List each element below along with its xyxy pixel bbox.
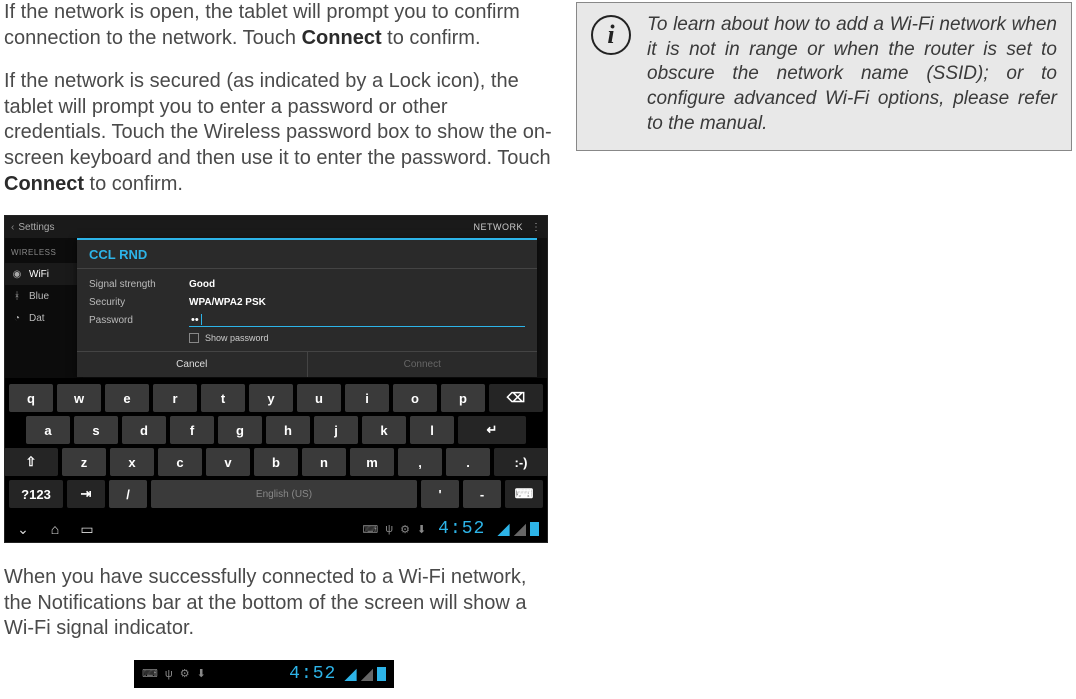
- add-network-label: NETWORK: [474, 222, 524, 232]
- sidebar-item-data: ◔ Dat: [5, 307, 83, 329]
- key-e: e: [105, 384, 149, 412]
- key-↵: ↵: [458, 416, 526, 444]
- key-o: o: [393, 384, 437, 412]
- wifi-icon: ◉: [11, 268, 23, 280]
- debug-status-icon: ⚙: [180, 667, 190, 680]
- key-dark w-wide: ?123: [9, 480, 63, 508]
- paragraph-connected: When you have successfully connected to …: [4, 565, 552, 642]
- key-b: b: [254, 448, 298, 476]
- key-': ': [421, 480, 459, 508]
- cancel-button: Cancel: [77, 352, 307, 377]
- key-l: l: [410, 416, 454, 444]
- bluetooth-icon: ᚼ: [11, 290, 23, 302]
- password-label: Password: [89, 315, 189, 326]
- key-p: p: [441, 384, 485, 412]
- download-status-icon: ⬇: [197, 667, 206, 680]
- wifi-connect-dialog: CCL RND Signal strength Good Security WP…: [77, 238, 537, 377]
- notification-bar-example: ⌨ ψ ⚙ ⬇ 4:52 ◢ ◢: [134, 660, 394, 688]
- key-⌫: ⌫: [489, 384, 543, 412]
- signal-cluster: ◢ ◢: [344, 664, 386, 684]
- settings-label: Settings: [18, 222, 54, 233]
- key-u: u: [297, 384, 341, 412]
- key--: -: [463, 480, 501, 508]
- wifi-signal-icon: ◢: [497, 519, 509, 539]
- wifi-password-screenshot: ‹ Settings NETWORK ⋮ WIRELESS ◉ WiFi ᚼ B…: [4, 215, 548, 543]
- cell-signal-icon: ◢: [361, 664, 373, 684]
- key-x: x: [110, 448, 154, 476]
- info-icon: i: [591, 15, 631, 55]
- key-n: n: [302, 448, 346, 476]
- keyboard-status-icon: ⌨: [142, 667, 158, 680]
- key-dark w-wide: :-): [494, 448, 548, 476]
- key-t: t: [201, 384, 245, 412]
- sidebar-section-label: WIRELESS: [5, 244, 83, 263]
- nav-recent-icon: ▭: [77, 521, 97, 538]
- signal-strength-label: Signal strength: [89, 279, 189, 290]
- show-password-checkbox: Show password: [89, 329, 525, 347]
- key-m: m: [350, 448, 394, 476]
- sidebar-item-bluetooth: ᚼ Blue: [5, 285, 83, 307]
- debug-status-icon: ⚙: [400, 523, 410, 536]
- battery-icon: [377, 667, 386, 681]
- paragraph-secured-network: If the network is secured (as indicated …: [4, 69, 552, 197]
- key-⌨: ⌨: [505, 480, 543, 508]
- key-y: y: [249, 384, 293, 412]
- key-z: z: [62, 448, 106, 476]
- signal-cluster: ◢ ◢: [497, 519, 539, 539]
- clock: 4:52: [438, 519, 485, 539]
- cell-signal-icon: ◢: [514, 519, 526, 539]
- wifi-signal-icon: ◢: [344, 664, 356, 684]
- signal-strength-value: Good: [189, 279, 215, 290]
- usb-status-icon: ψ: [385, 523, 393, 535]
- key-i: i: [345, 384, 389, 412]
- password-input: ••: [189, 313, 525, 327]
- data-usage-icon: ◔: [11, 312, 23, 324]
- key-h: h: [266, 416, 310, 444]
- onscreen-keyboard: qwertyuiop⌫ asdfghjkl↵ ⇧zxcvbnm,.:-) ?12…: [5, 378, 547, 516]
- clock: 4:52: [289, 664, 336, 684]
- security-label: Security: [89, 297, 189, 308]
- key-w-space: English (US): [151, 480, 417, 508]
- keyboard-status-icon: ⌨: [362, 523, 378, 536]
- key-v: v: [206, 448, 250, 476]
- settings-sidebar: WIRELESS ◉ WiFi ᚼ Blue ◔ Dat: [5, 238, 83, 378]
- connect-word-2: Connect: [4, 173, 84, 195]
- info-text: To learn about how to add a Wi-Fi networ…: [647, 13, 1057, 136]
- key-g: g: [218, 416, 262, 444]
- key-⇥: ⇥: [67, 480, 105, 508]
- key-d: d: [122, 416, 166, 444]
- sidebar-item-wifi: ◉ WiFi: [5, 263, 83, 285]
- key-⇧: ⇧: [4, 448, 58, 476]
- usb-status-icon: ψ: [165, 668, 173, 680]
- key-j: j: [314, 416, 358, 444]
- connect-word-1: Connect: [302, 27, 382, 49]
- dialog-network-name: CCL RND: [77, 240, 537, 269]
- connect-button: Connect: [307, 352, 538, 377]
- back-chevron-icon: ‹: [11, 222, 14, 233]
- key-r: r: [153, 384, 197, 412]
- settings-titlebar: ‹ Settings NETWORK ⋮: [5, 216, 547, 238]
- download-status-icon: ⬇: [417, 523, 426, 536]
- key-/: /: [109, 480, 147, 508]
- nav-back-icon: ⌄: [13, 521, 33, 538]
- key-q: q: [9, 384, 53, 412]
- checkbox-icon: [189, 333, 199, 343]
- security-value: WPA/WPA2 PSK: [189, 297, 266, 308]
- key-f: f: [170, 416, 214, 444]
- nav-home-icon: ⌂: [45, 521, 65, 537]
- paragraph-open-network: If the network is open, the tablet will …: [4, 0, 552, 51]
- key-k: k: [362, 416, 406, 444]
- key-s: s: [74, 416, 118, 444]
- overflow-menu-icon: ⋮: [531, 222, 541, 233]
- key-w: w: [57, 384, 101, 412]
- info-callout: i To learn about how to add a Wi-Fi netw…: [576, 2, 1072, 151]
- key-.: .: [446, 448, 490, 476]
- key-,: ,: [398, 448, 442, 476]
- key-a: a: [26, 416, 70, 444]
- status-tray: ⌨ ψ ⚙ ⬇: [362, 523, 426, 536]
- battery-icon: [530, 522, 539, 536]
- key-c: c: [158, 448, 202, 476]
- system-nav-bar: ⌄ ⌂ ▭ ⌨ ψ ⚙ ⬇ 4:52 ◢ ◢: [5, 516, 547, 542]
